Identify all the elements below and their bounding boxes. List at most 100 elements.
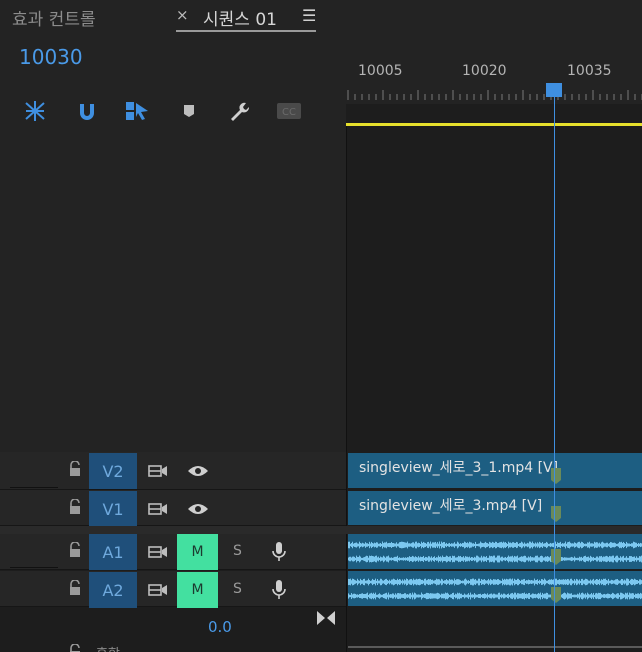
- waveform-sample: [511, 579, 512, 585]
- timeline-area[interactable]: [346, 104, 642, 652]
- panel-menu-icon[interactable]: ☰: [302, 6, 316, 25]
- microphone-icon[interactable]: [267, 578, 291, 602]
- sync-lock-icon[interactable]: [146, 540, 170, 564]
- tab-sequence[interactable]: 시퀀스 01: [203, 5, 277, 30]
- waveform-sample: [585, 578, 586, 586]
- eye-icon[interactable]: [186, 497, 210, 521]
- waveform-sample: [381, 594, 382, 598]
- waveform-sample: [395, 579, 396, 585]
- waveform-sample: [354, 543, 355, 547]
- lock-icon[interactable]: [68, 643, 82, 652]
- waveform-sample: [476, 580, 477, 584]
- waveform-sample: [596, 579, 597, 585]
- lock-icon[interactable]: [68, 541, 82, 558]
- waveform-sample: [511, 593, 512, 599]
- waveform-sample: [528, 579, 529, 585]
- waveform-sample: [591, 556, 592, 562]
- waveform-sample: [607, 542, 608, 548]
- waveform-sample: [532, 593, 533, 599]
- solo-button-a1[interactable]: S: [233, 543, 242, 559]
- waveform-sample: [622, 579, 623, 585]
- waveform-sample: [458, 555, 459, 563]
- waveform-sample: [578, 541, 579, 549]
- track-target-v2[interactable]: V2: [89, 453, 137, 489]
- waveform-sample: [542, 579, 543, 585]
- eye-icon[interactable]: [186, 459, 210, 483]
- waveform-sample: [455, 543, 456, 547]
- waveform-sample: [586, 557, 587, 561]
- waveform-sample: [437, 557, 438, 561]
- waveform-sample: [474, 579, 475, 585]
- sync-lock-icon[interactable]: [146, 578, 170, 602]
- waveform-sample: [443, 542, 444, 548]
- clip-a2[interactable]: [348, 571, 642, 606]
- clip-a1[interactable]: [348, 534, 642, 569]
- mute-button-a1[interactable]: M: [177, 534, 218, 570]
- waveform-sample: [398, 593, 399, 599]
- waveform-sample: [514, 542, 515, 548]
- go-to-in-out-icon[interactable]: [316, 610, 336, 630]
- waveform-sample: [457, 579, 458, 585]
- ruler-label: 10035: [567, 63, 612, 79]
- waveform-sample: [627, 578, 628, 586]
- waveform-sample: [414, 579, 415, 585]
- sync-lock-icon[interactable]: [146, 497, 170, 521]
- waveform-sample: [639, 556, 640, 562]
- playhead-line[interactable]: [554, 86, 555, 652]
- track-target-a2[interactable]: A2: [89, 572, 137, 608]
- tab-effect-controls[interactable]: 효과 컨트롤: [12, 5, 96, 30]
- wrench-icon[interactable]: [226, 100, 252, 122]
- waveform-sample: [445, 543, 446, 547]
- waveform-sample: [430, 557, 431, 561]
- lock-icon[interactable]: [68, 460, 82, 477]
- waveform-sample: [583, 543, 584, 547]
- video-audio-divider[interactable]: [0, 526, 642, 534]
- linked-selection-icon[interactable]: [124, 100, 150, 122]
- waveform-sample: [541, 555, 542, 563]
- sync-lock-icon[interactable]: [146, 459, 170, 483]
- tab-close-button[interactable]: ×: [176, 6, 189, 24]
- waveform-sample: [452, 579, 453, 585]
- waveform-sample: [579, 579, 580, 585]
- waveform-sample: [632, 579, 633, 585]
- waveform-sample: [373, 592, 374, 600]
- lock-icon[interactable]: [68, 579, 82, 596]
- waveform-sample: [479, 543, 480, 547]
- snap-icon[interactable]: [74, 100, 100, 122]
- waveform-sample: [422, 579, 423, 585]
- waveform-sample: [523, 579, 524, 585]
- mute-button-a2[interactable]: M: [177, 572, 218, 608]
- waveform-sample: [575, 542, 576, 548]
- solo-button-a2[interactable]: S: [233, 581, 242, 597]
- microphone-icon[interactable]: [267, 540, 291, 564]
- waveform-sample: [371, 555, 372, 563]
- waveform-sample: [375, 592, 376, 600]
- playhead-timecode[interactable]: 10030: [19, 45, 83, 69]
- master-volume-value[interactable]: 0.0: [208, 618, 232, 636]
- playhead-handle[interactable]: [546, 83, 562, 97]
- waveform-sample: [610, 556, 611, 562]
- waveform-sample: [492, 556, 493, 562]
- track-target-a1[interactable]: A1: [89, 534, 137, 570]
- waveform-sample: [403, 557, 404, 561]
- clip-v2[interactable]: singleview_세로_3_1.mp4 [V]: [348, 453, 642, 488]
- waveform-sample: [360, 556, 361, 562]
- clip-v1[interactable]: singleview_세로_3.mp4 [V]: [348, 491, 642, 525]
- waveform-sample: [532, 541, 533, 549]
- lock-icon[interactable]: [68, 498, 82, 515]
- waveform-sample: [434, 542, 435, 548]
- waveform-sample: [595, 542, 596, 548]
- add-marker-icon[interactable]: [176, 100, 202, 122]
- work-area-bar[interactable]: [346, 123, 642, 126]
- nest-icon[interactable]: [22, 100, 48, 122]
- waveform-sample: [361, 580, 362, 584]
- waveform-sample: [373, 579, 374, 585]
- captions-icon[interactable]: CC: [276, 100, 302, 122]
- waveform-sample: [635, 542, 636, 548]
- waveform-sample: [562, 543, 563, 547]
- waveform-sample: [522, 579, 523, 585]
- track-target-v1[interactable]: V1: [89, 491, 137, 527]
- waveform-sample: [352, 578, 353, 586]
- waveform-sample: [394, 579, 395, 585]
- waveform-sample: [450, 579, 451, 585]
